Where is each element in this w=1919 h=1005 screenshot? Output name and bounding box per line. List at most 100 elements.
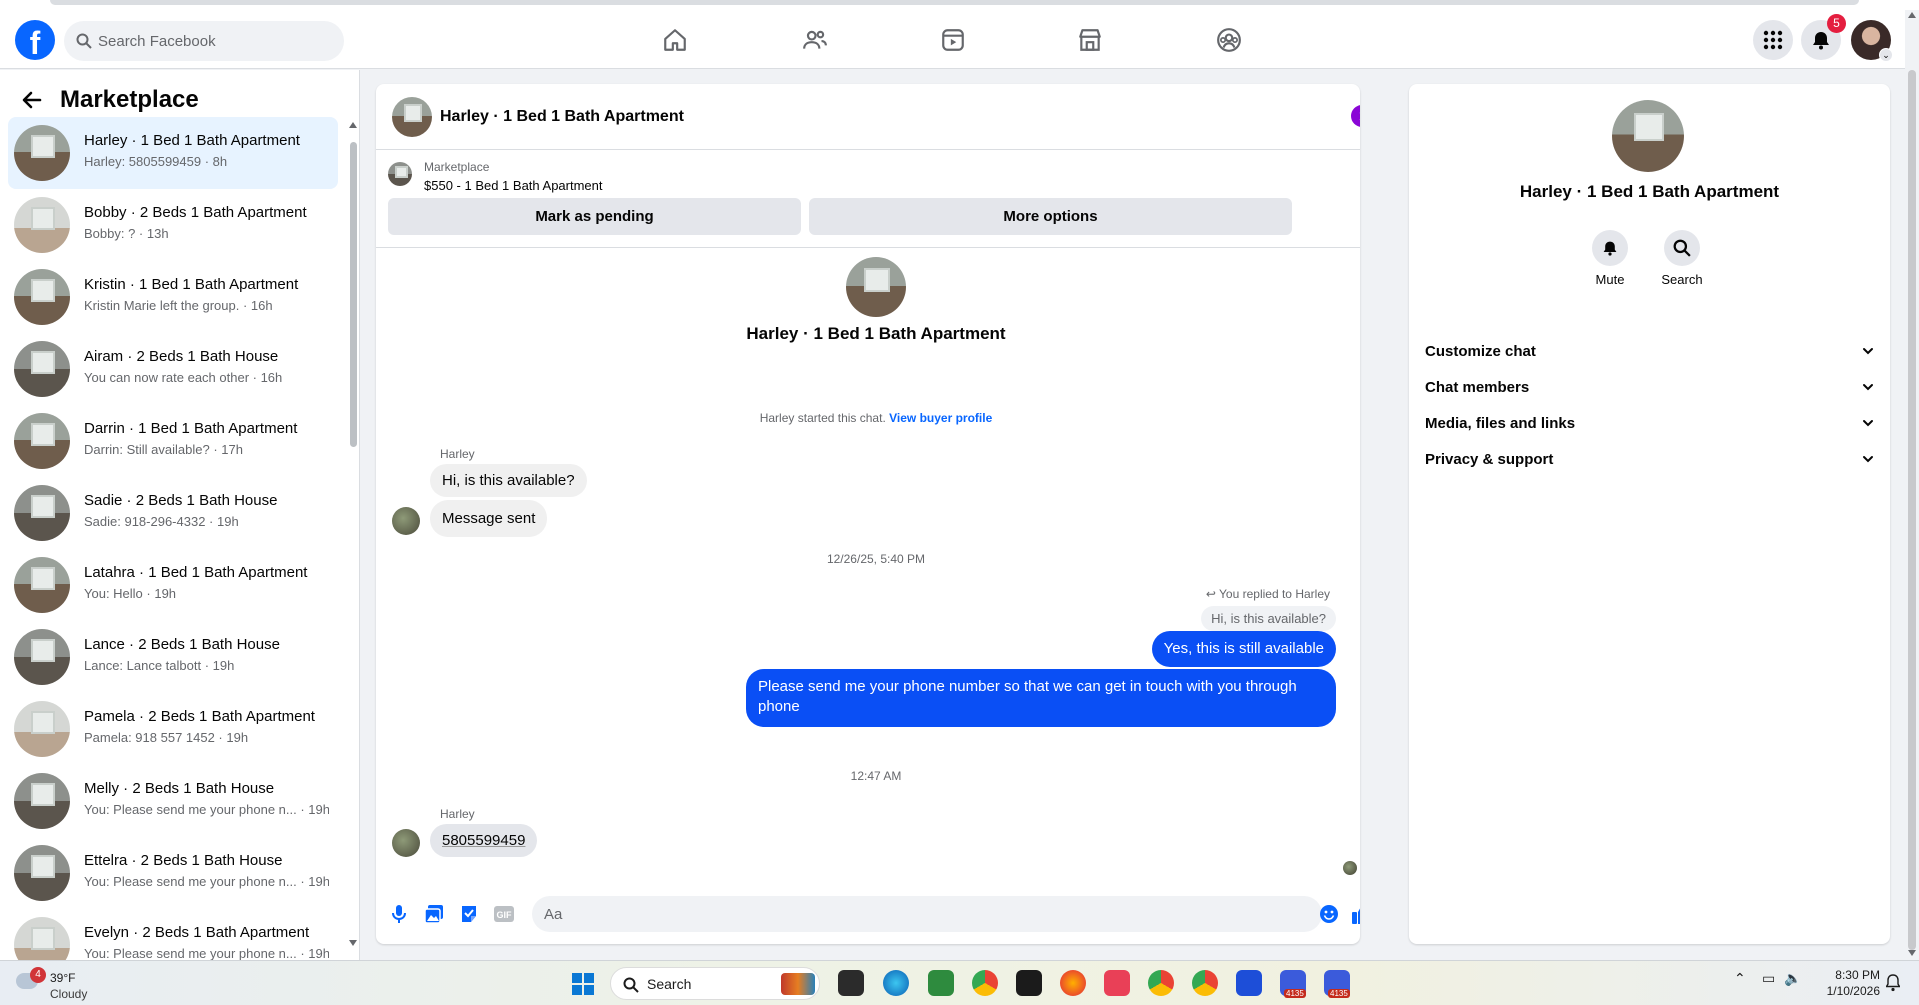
conversation-item[interactable]: Kristin · 1 Bed 1 Bath Apartment Kristin … — [8, 261, 338, 333]
edge-icon[interactable] — [883, 970, 909, 996]
scroll-up-arrow-icon[interactable] — [1908, 12, 1916, 18]
volume-icon[interactable]: 🔈 — [1784, 971, 1801, 987]
taskbar-search[interactable]: Search — [610, 967, 820, 1000]
search-facebook[interactable] — [64, 21, 344, 61]
chrome-profile-icon[interactable] — [1148, 970, 1174, 996]
conversation-item[interactable]: Latahra · 1 Bed 1 Bath Apartment You: Hel… — [8, 549, 338, 621]
chat-title[interactable]: Harley · 1 Bed 1 Bath Apartment — [440, 108, 684, 126]
conversation-item[interactable]: Airam · 2 Beds 1 Bath House You can now r… — [8, 333, 338, 405]
nav-groups[interactable] — [1174, 20, 1284, 60]
conversation-item[interactable]: Evelyn · 2 Beds 1 Bath Apartment You: Ple… — [8, 909, 338, 960]
sticker-button[interactable] — [458, 903, 480, 925]
notification-center-icon[interactable] — [1886, 974, 1900, 992]
conversation-title: Evelyn · 2 Beds 1 Bath Apartment — [84, 924, 310, 941]
incoming-message[interactable]: 5805599459 — [430, 824, 538, 857]
sender-avatar[interactable] — [392, 507, 420, 535]
marketplace-label: Marketplace — [424, 160, 490, 174]
windows-taskbar: 4 39°F Cloudy Search 4135 4135 ⌃ ▭ 🔈 8:3… — [0, 960, 1919, 1005]
sender-avatar[interactable] — [392, 829, 420, 857]
nav-friends[interactable] — [760, 20, 870, 60]
info-icon[interactable]: i — [1351, 105, 1360, 127]
info-section[interactable]: Privacy & support — [1425, 437, 1875, 481]
system-clock[interactable]: 8:30 PM 1/10/2026 — [1810, 967, 1880, 999]
weather-widget[interactable]: 4 39°F Cloudy — [16, 967, 96, 1001]
page-scrollbar[interactable] — [1905, 10, 1919, 960]
mark-as-pending-button[interactable]: Mark as pending — [388, 198, 801, 235]
search-in-conversation-action[interactable]: Search — [1652, 230, 1712, 287]
sticker-icon — [462, 906, 476, 922]
conversation-item[interactable]: Lance · 2 Beds 1 Bath House Lance: Lance … — [8, 621, 338, 693]
sender-name: Harley — [440, 447, 475, 461]
view-buyer-profile-link[interactable]: View buyer profile — [889, 411, 992, 425]
emoji-button[interactable] — [1318, 903, 1340, 925]
outgoing-message[interactable]: Yes, this is still available — [1151, 631, 1336, 667]
chrome-icon[interactable] — [972, 970, 998, 996]
scroll-down-arrow-icon[interactable] — [349, 940, 357, 946]
back-arrow-icon[interactable] — [20, 88, 44, 112]
scroll-down-arrow-icon[interactable] — [1908, 950, 1916, 956]
reply-indicator-text: You replied to Harley — [1219, 587, 1330, 601]
chrome-profile-icon[interactable] — [1192, 970, 1218, 996]
weather-condition: Cloudy — [50, 987, 88, 1001]
listing-price-title[interactable]: $550 - 1 Bed 1 Bath Apartment — [424, 178, 603, 193]
show-hidden-icons-icon[interactable]: ⌃ — [1734, 971, 1746, 987]
emoji-icon — [1320, 905, 1338, 923]
conversation-preview: You: Please send me your phone n... · 19… — [84, 802, 329, 817]
bell-icon — [1603, 241, 1617, 256]
chat-avatar[interactable] — [392, 97, 432, 137]
message-input[interactable] — [532, 896, 1322, 932]
sidebar-scrollbar[interactable] — [349, 122, 357, 952]
quoted-message[interactable]: Hi, is this available? — [1201, 606, 1336, 631]
start-button[interactable] — [572, 973, 594, 995]
search-icon — [1673, 239, 1691, 257]
conversation-item[interactable]: Bobby · 2 Beds 1 Bath Apartment Bobby: ? … — [8, 189, 338, 261]
conversation-thumbnail — [14, 845, 70, 901]
conversation-item[interactable]: Darrin · 1 Bed 1 Bath Apartment Darrin: S… — [8, 405, 338, 477]
scroll-up-arrow-icon[interactable] — [349, 122, 357, 128]
nav-marketplace[interactable] — [1035, 20, 1145, 60]
firefox-icon[interactable] — [1060, 970, 1086, 996]
file-explorer-icon[interactable] — [838, 970, 864, 996]
info-avatar[interactable] — [1612, 100, 1684, 172]
conversation-thumbnail — [14, 269, 70, 325]
conversation-item[interactable]: Pamela · 2 Beds 1 Bath Apartment Pamela: … — [8, 693, 338, 765]
menu-button[interactable] — [1753, 20, 1793, 60]
info-section-label: Privacy & support — [1425, 450, 1554, 468]
voice-clip-button[interactable] — [388, 903, 410, 925]
facebook-logo[interactable]: f — [15, 20, 55, 60]
conversation-item[interactable]: Sadie · 2 Beds 1 Bath House Sadie: 918-29… — [8, 477, 338, 549]
nav-video[interactable] — [898, 20, 1008, 60]
app-icon[interactable] — [1016, 970, 1042, 996]
chat-intro-avatar[interactable] — [846, 257, 906, 317]
headset-app-icon[interactable]: 4135 — [1324, 970, 1350, 998]
sidebar-scroll-thumb[interactable] — [350, 142, 357, 447]
spreadsheet-icon[interactable] — [928, 970, 954, 996]
gif-button[interactable]: GIF — [493, 903, 515, 925]
outgoing-message[interactable]: Please send me your phone number so that… — [746, 669, 1336, 727]
mute-action[interactable]: Mute — [1580, 230, 1640, 287]
account-avatar[interactable]: ⌄ — [1851, 20, 1893, 62]
snipping-tool-icon[interactable] — [1104, 970, 1130, 996]
conversation-item[interactable]: Ettelra · 2 Beds 1 Bath House You: Please… — [8, 837, 338, 909]
like-button[interactable] — [1351, 903, 1360, 925]
conversation-thumbnail — [14, 917, 70, 960]
more-options-button[interactable]: More options — [809, 198, 1292, 235]
incoming-message[interactable]: Message sent — [430, 500, 548, 537]
chevron-down-icon — [1863, 456, 1873, 463]
nav-home[interactable] — [620, 20, 730, 60]
vpn-shield-icon[interactable] — [1236, 970, 1262, 996]
conversation-thumbnail — [14, 629, 70, 685]
listing-thumbnail[interactable] — [388, 162, 412, 186]
incoming-message[interactable]: Hi, is this available? — [430, 464, 587, 497]
browser-scrollbar[interactable] — [50, 0, 1859, 5]
search-input[interactable] — [98, 21, 328, 61]
sidebar-header: Marketplace — [20, 82, 199, 118]
conversation-preview: You: Please send me your phone n... · 19… — [84, 874, 329, 889]
conversation-preview: Sadie: 918-296-4332 · 19h — [84, 514, 239, 529]
headset-app-icon[interactable]: 4135 — [1280, 970, 1306, 998]
page-scroll-thumb[interactable] — [1908, 70, 1916, 950]
conversation-item[interactable]: Melly · 2 Beds 1 Bath House You: Please s… — [8, 765, 338, 837]
network-icon[interactable]: ▭ — [1762, 971, 1775, 987]
attach-photo-button[interactable] — [423, 903, 445, 925]
conversation-item[interactable]: Harley · 1 Bed 1 Bath Apartment Harley: 5… — [8, 117, 338, 189]
